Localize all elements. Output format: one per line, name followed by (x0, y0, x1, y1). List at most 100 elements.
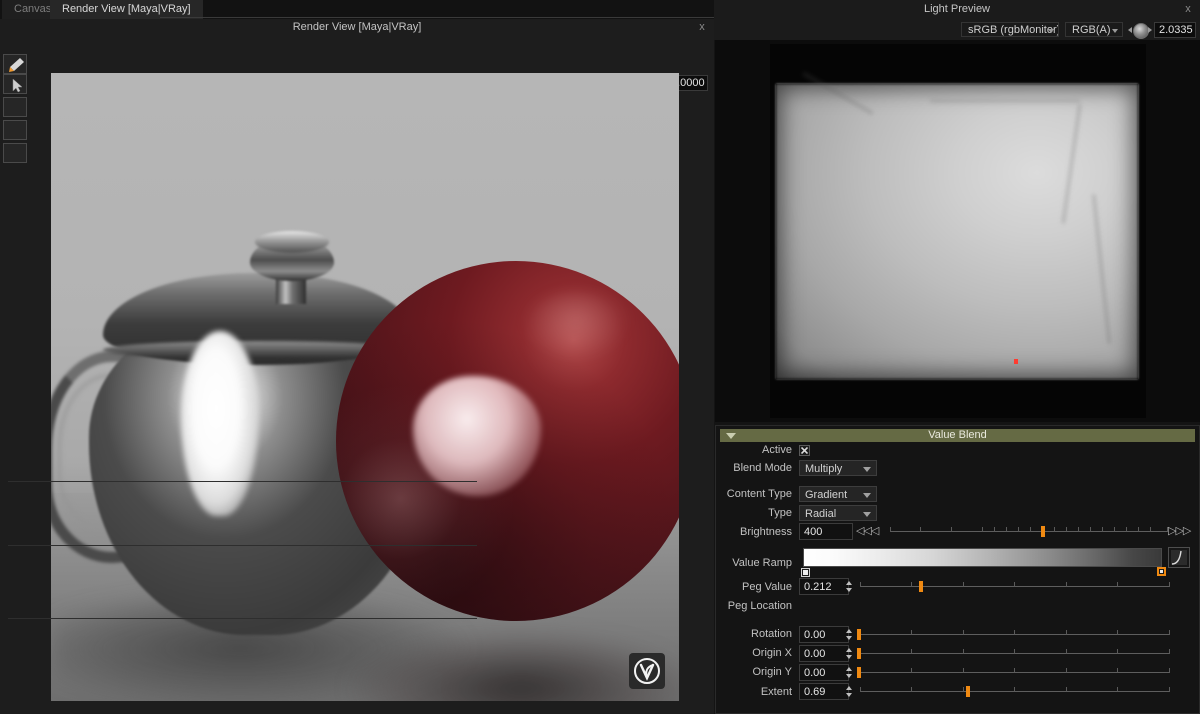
light-preview-image (770, 44, 1146, 418)
brightness-next-icon[interactable]: ▷▷▷ (1168, 523, 1191, 540)
stepper-down-icon (846, 674, 852, 678)
lp-aperture-icon[interactable] (1128, 20, 1152, 39)
type-label: Type (768, 507, 792, 519)
blend-mode-value: Multiply (805, 463, 843, 475)
tab-bar: Canvas Render View [Maya|VRay] (0, 0, 714, 19)
chevron-down-icon (1112, 29, 1118, 33)
empty-tool-slot-2[interactable] (3, 120, 27, 140)
stepper-up-icon (846, 581, 852, 585)
tool-strip (3, 54, 29, 194)
checkmark-icon (801, 447, 808, 454)
tab-bar-filler (160, 17, 714, 18)
teapot-highlight (181, 331, 259, 516)
value-ramp-gradient[interactable] (803, 548, 1162, 567)
extent-input[interactable]: 0.69 (799, 683, 849, 700)
rotation-thumb[interactable] (857, 629, 861, 640)
peg-value-input[interactable]: 0.212 (799, 578, 849, 595)
rotation-label: Rotation (751, 628, 792, 640)
stepper-up-icon (846, 667, 852, 671)
blend-mode-dropdown[interactable]: Multiply (799, 460, 877, 476)
empty-tool-slot-1[interactable] (3, 97, 27, 117)
extent-thumb[interactable] (966, 686, 970, 697)
type-value: Radial (805, 508, 837, 520)
blend-mode-label: Blend Mode (733, 462, 792, 474)
application-window: Canvas Render View [Maya|VRay] Render Vi… (0, 0, 1200, 714)
type-dropdown[interactable]: Radial (799, 505, 877, 521)
section-divider-2 (8, 545, 477, 546)
value-ramp-label: Value Ramp (732, 557, 792, 569)
peg-location-label: Peg Location (727, 600, 792, 612)
rendered-image (51, 73, 679, 701)
origin-y-input[interactable]: 0.00 (799, 664, 849, 681)
stepper-down-icon (846, 588, 852, 592)
curve-editor-icon[interactable] (1168, 547, 1190, 568)
red-sphere-specular (521, 291, 631, 361)
brightness-prev-icon[interactable]: ◁◁◁ (856, 523, 879, 540)
content-type-value: Gradient (805, 489, 848, 501)
chevron-down-icon (863, 512, 871, 517)
close-icon[interactable]: x (1182, 0, 1194, 19)
origin-y-label: Origin Y (752, 666, 792, 678)
content-type-label: Content Type (726, 488, 792, 500)
chevron-down-icon (1048, 29, 1054, 33)
lp-channel-dropdown[interactable]: RGB(A) (1065, 22, 1123, 37)
stepper-up-icon (846, 648, 852, 652)
origin-y-stepper[interactable] (845, 664, 854, 681)
lp-channel-value: RGB(A) (1072, 24, 1111, 36)
stepper-up-icon (846, 629, 852, 633)
lp-colorspace-value: sRGB (rgbMonitor) (968, 24, 1059, 36)
extent-label: Extent (760, 686, 792, 698)
content-type-dropdown[interactable]: Gradient (799, 486, 877, 502)
section-divider-1 (8, 481, 477, 482)
origin-y-thumb[interactable] (857, 667, 861, 678)
extent-stepper[interactable] (845, 683, 854, 700)
light-position-marker (1014, 359, 1018, 364)
peg-value-label: Peg Value (742, 581, 792, 593)
peg-value-thumb[interactable] (919, 581, 923, 592)
origin-x-stepper[interactable] (845, 645, 854, 662)
rotation-stepper[interactable] (845, 626, 854, 643)
ramp-peg-end-selected[interactable] (1157, 567, 1166, 576)
active-checkbox[interactable] (799, 445, 810, 456)
peg-value-stepper[interactable] (845, 578, 854, 595)
rotation-input[interactable]: 0.00 (799, 626, 849, 643)
origin-y-ticks (860, 668, 1170, 677)
vray-logo-icon (629, 653, 665, 689)
lp-colorspace-dropdown[interactable]: sRGB (rgbMonitor) (961, 22, 1059, 37)
brightness-input[interactable]: 400 (799, 523, 853, 540)
origin-x-ticks (860, 649, 1170, 658)
peg-value-ticks (860, 582, 1170, 591)
chevron-down-icon (863, 467, 871, 472)
brightness-ticks (890, 527, 1168, 536)
lp-exposure-input[interactable]: 2.0335 (1154, 22, 1196, 38)
arrow-left-icon (1128, 27, 1132, 33)
brightness-label: Brightness (740, 526, 792, 538)
render-view-pane: Canvas Render View [Maya|VRay] Render Vi… (0, 0, 714, 714)
rotation-ticks (860, 630, 1170, 639)
arrow-right-icon (1148, 27, 1152, 33)
stepper-down-icon (846, 636, 852, 640)
light-preview-title: Light Preview (714, 0, 1200, 19)
stepper-up-icon (846, 686, 852, 690)
aperture-glyph (1133, 22, 1149, 39)
origin-x-thumb[interactable] (857, 648, 861, 659)
collapse-triangle-icon[interactable] (726, 433, 736, 439)
render-view-toolbar: camera1 sRGB (rgbMonitor) HSV 1.0000 (0, 36, 714, 92)
extent-ticks (860, 687, 1170, 696)
ramp-peg-start[interactable] (801, 568, 810, 577)
active-label: Active (762, 444, 792, 456)
render-image-frame[interactable] (51, 73, 679, 701)
light-preview-viewport[interactable] (715, 40, 1200, 422)
paint-brush-tool[interactable] (3, 54, 27, 74)
select-arrow-tool[interactable] (3, 74, 27, 94)
fabric-fold-3 (930, 100, 1080, 102)
chevron-down-icon (863, 493, 871, 498)
origin-x-label: Origin X (752, 647, 792, 659)
close-icon[interactable]: x (696, 19, 708, 35)
stepper-down-icon (846, 655, 852, 659)
stepper-down-icon (846, 693, 852, 697)
empty-tool-slot-3[interactable] (3, 143, 27, 163)
teapot-knob-cap (255, 231, 329, 253)
origin-x-input[interactable]: 0.00 (799, 645, 849, 662)
brightness-thumb[interactable] (1041, 526, 1045, 537)
